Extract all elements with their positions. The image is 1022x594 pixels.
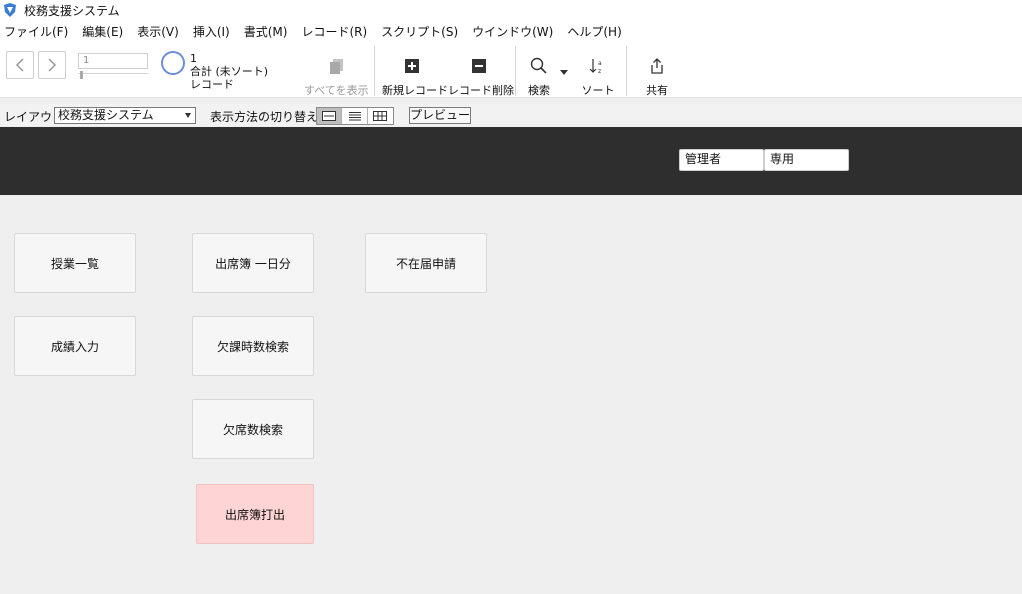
exclusive-field[interactable]: 専用 <box>764 149 849 171</box>
delete-record-button[interactable]: レコード削除 <box>448 54 514 98</box>
view-as-label: 表示方法の切り替え: <box>210 110 323 124</box>
show-all-button[interactable]: すべてを表示 <box>304 54 369 98</box>
record-count: 1 <box>190 52 197 65</box>
admin-field[interactable]: 管理者 <box>679 149 764 171</box>
sort-status: 合計 (未ソート) <box>190 65 269 78</box>
share-icon <box>651 58 663 74</box>
menu-scripts[interactable]: スクリプト(S) <box>381 23 458 40</box>
show-all-icon <box>330 59 343 74</box>
layout-bar: レイアウト: 校務支援システム 表示方法の切り替え: プレビュー <box>0 104 1022 126</box>
share-button[interactable]: 共有 <box>640 54 674 98</box>
layout-select-value: 校務支援システム <box>58 108 154 122</box>
share-label: 共有 <box>646 84 668 97</box>
grade-entry-button[interactable]: 成績入力 <box>14 316 136 376</box>
menu-view[interactable]: 表示(V) <box>137 23 179 40</box>
list-view-icon <box>348 112 361 121</box>
status-toolbar: 1 1 合計 (未ソート) レコード すべてを表示 新規レコード レコード削除 … <box>0 42 1022 98</box>
find-button[interactable]: 検索 <box>522 54 556 98</box>
record-pie-icon[interactable] <box>161 51 185 75</box>
current-record-field[interactable]: 1 <box>78 53 148 69</box>
find-dropdown-button[interactable] <box>558 66 570 78</box>
app-icon <box>4 3 16 17</box>
menu-help[interactable]: ヘルプ(H) <box>567 23 621 40</box>
menu-window[interactable]: ウインドウ(W) <box>472 23 553 40</box>
window-title: 校務支援システム <box>24 3 120 18</box>
svg-text:a: a <box>598 60 602 67</box>
delete-record-label: レコード削除 <box>448 84 514 97</box>
absence-request-button[interactable]: 不在届申請 <box>365 233 487 293</box>
absence-count-search-button[interactable]: 欠席数検索 <box>192 399 314 459</box>
class-list-button[interactable]: 授業一覧 <box>14 233 136 293</box>
show-all-label: すべてを表示 <box>304 84 369 97</box>
view-as-toggle <box>316 107 394 125</box>
menu-insert[interactable]: 挿入(I) <box>193 23 230 40</box>
layout-body: 授業一覧 出席簿 一日分 不在届申請 成績入力 欠課時数検索 欠席数検索 出席簿… <box>0 195 1022 594</box>
caret-down-icon <box>560 69 568 75</box>
title-bar: 校務支援システム <box>0 0 1022 20</box>
svg-text:z: z <box>598 68 601 75</box>
form-view-icon <box>322 111 337 121</box>
table-view-icon <box>373 111 388 121</box>
menu-records[interactable]: レコード(R) <box>301 23 367 40</box>
sort-icon: a z <box>589 59 602 75</box>
sort-button[interactable]: a z ソート <box>580 54 616 98</box>
records-label: レコード <box>190 78 234 91</box>
toolbar-divider <box>626 46 627 96</box>
table-view-button[interactable] <box>368 108 393 124</box>
menu-edit[interactable]: 編集(E) <box>82 23 123 40</box>
toolbar-divider <box>515 46 516 96</box>
new-record-label: 新規レコード <box>382 84 448 97</box>
menu-bar: ファイル(F) 編集(E) 表示(V) 挿入(I) 書式(M) レコード(R) … <box>0 20 1022 42</box>
record-slider[interactable] <box>78 71 148 79</box>
attendance-day-button[interactable]: 出席簿 一日分 <box>192 233 314 293</box>
sort-label: ソート <box>581 84 615 97</box>
dropdown-arrow-icon <box>185 113 191 118</box>
slider-thumb[interactable] <box>80 71 83 79</box>
next-record-button[interactable] <box>38 51 66 79</box>
absence-hours-search-button[interactable]: 欠課時数検索 <box>192 316 314 376</box>
search-icon <box>530 57 547 74</box>
previous-record-button[interactable] <box>6 51 34 79</box>
toolbar-divider <box>374 46 375 96</box>
menu-format[interactable]: 書式(M) <box>244 23 288 40</box>
chevron-right-icon <box>48 58 57 72</box>
chevron-left-icon <box>15 58 24 72</box>
new-record-button[interactable]: 新規レコード <box>382 54 448 98</box>
layout-select[interactable]: 校務支援システム <box>54 107 196 124</box>
plus-icon <box>405 59 419 73</box>
layout-header: 管理者 専用 <box>0 127 1022 195</box>
preview-button[interactable]: プレビュー <box>409 107 471 124</box>
minus-icon <box>472 59 486 73</box>
attendance-print-button[interactable]: 出席簿打出 <box>196 484 314 544</box>
find-label: 検索 <box>528 84 550 97</box>
menu-file[interactable]: ファイル(F) <box>4 23 68 40</box>
list-view-button[interactable] <box>342 108 368 124</box>
form-view-button[interactable] <box>317 108 343 124</box>
